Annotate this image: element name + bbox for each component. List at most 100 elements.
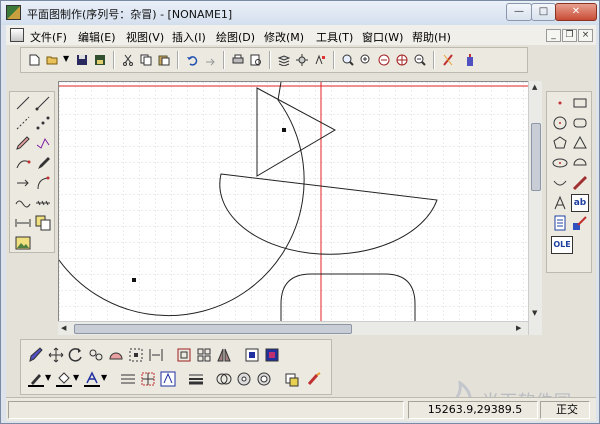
fill-tool-button[interactable] [305,370,323,388]
rectangle-tool-button[interactable] [571,94,589,112]
layers-button[interactable] [275,51,293,69]
color-picker-tool-button[interactable] [571,214,589,232]
ellipse-tool-button[interactable] [551,154,569,172]
line-color-button[interactable] [27,370,45,388]
bottle-button[interactable] [461,51,479,69]
menu-modify[interactable]: 修改(M) [264,29,304,45]
mdi-close-button[interactable]: × [578,29,593,42]
menu-tools[interactable]: 工具(T) [316,29,353,45]
dimension-tool-button[interactable] [14,214,32,232]
option-3-button[interactable] [255,370,273,388]
lock-button[interactable] [283,370,301,388]
copy-block-tool-button[interactable] [34,214,52,232]
option-1-button[interactable] [215,370,233,388]
save-as-button[interactable] [91,51,109,69]
close-button[interactable]: ✕ [555,3,597,21]
menu-view[interactable]: 视图(V) [126,29,164,45]
vertical-scrollbar[interactable]: ▲ ▼ [528,81,542,335]
half-circle-tool-button[interactable] [571,154,589,172]
drawing-canvas[interactable] [58,81,542,335]
vertical-scroll-thumb[interactable] [531,123,541,191]
pencil-tool-button[interactable] [14,134,32,152]
horizontal-scroll-thumb[interactable] [74,324,352,334]
paste-button[interactable] [155,51,173,69]
scroll-up-icon[interactable]: ▲ [532,83,537,91]
print-button[interactable] [229,51,247,69]
text-style-button[interactable] [311,51,329,69]
text-frame-button[interactable] [159,370,177,388]
grid-tool-button[interactable] [195,346,213,364]
triangle-handle[interactable] [282,128,286,132]
pentagon-tool-button[interactable] [551,134,569,152]
send-back-tool-button[interactable] [263,346,281,364]
image-tool-button[interactable] [14,234,32,252]
mirror-tool-button[interactable] [87,346,105,364]
align-tool-button[interactable] [147,346,165,364]
arc-tool-button[interactable] [14,154,32,172]
menu-window[interactable]: 窗口(W) [362,29,403,45]
hatch-line-tool-button[interactable] [34,194,52,212]
line-width-button[interactable] [187,370,205,388]
menu-file[interactable]: 文件(F) [30,29,67,45]
font-color-dropdown-icon[interactable]: ▼ [101,373,107,382]
curve-tool-button[interactable] [551,174,569,192]
circle-tool-button[interactable] [551,114,569,132]
undo-button[interactable] [183,51,201,69]
pan-tool-button[interactable] [47,346,65,364]
open-button[interactable] [43,51,61,69]
eraser-button[interactable] [439,51,457,69]
menu-draw[interactable]: 绘图(D) [216,29,255,45]
maximize-button[interactable]: □ [531,3,556,21]
copy-button[interactable] [137,51,155,69]
line-style-button[interactable] [119,370,137,388]
option-2-button[interactable] [235,370,253,388]
hatch-button[interactable] [139,370,157,388]
zoom-all-button[interactable] [411,51,429,69]
zoom-in-button[interactable] [357,51,375,69]
brush-tool-button[interactable] [34,154,52,172]
fill-color-button[interactable] [55,370,73,388]
ruler-tool-button[interactable] [571,174,589,192]
new-file-button[interactable] [25,51,43,69]
ray-tool-button[interactable] [34,94,52,112]
rounded-rect-tool-button[interactable] [571,114,589,132]
cut-button[interactable] [119,51,137,69]
zoom-window-button[interactable] [339,51,357,69]
zoom-out-button[interactable] [375,51,393,69]
font-color-button[interactable] [83,370,101,388]
point-tool-button[interactable] [551,94,569,112]
dotted-line-tool-button[interactable] [14,114,32,132]
horizontal-scrollbar[interactable]: ◀ ▶ [58,321,528,335]
scroll-right-icon[interactable]: ▶ [516,324,521,332]
bring-front-tool-button[interactable] [243,346,261,364]
node-edit-tool-button[interactable] [127,346,145,364]
group-tool-button[interactable] [175,346,193,364]
flip-tool-button[interactable] [215,346,233,364]
line-color-dropdown-icon[interactable]: ▼ [45,373,51,382]
menu-help[interactable]: 帮助(H) [412,29,451,45]
drawing-surface[interactable] [59,82,542,335]
rotate-tool-button[interactable] [67,346,85,364]
document-menu-icon[interactable] [10,28,24,42]
line-tool-button[interactable] [14,94,32,112]
open-dropdown-icon[interactable]: ▼ [63,54,69,63]
ole-object-button[interactable]: OLE [551,236,573,254]
menu-insert[interactable]: 插入(I) [172,29,206,45]
text-a-tool-button[interactable] [551,194,569,212]
bezier-tool-button[interactable] [34,174,52,192]
fill-color-dropdown-icon[interactable]: ▼ [73,373,79,382]
mdi-minimize-button[interactable]: _ [546,29,561,42]
print-preview-button[interactable] [247,51,265,69]
zoom-realtime-button[interactable] [393,51,411,69]
points-tool-button[interactable] [34,114,52,132]
circle-handle[interactable] [132,278,136,282]
polyline-tool-button[interactable] [34,134,52,152]
triangle-tool-button[interactable] [571,134,589,152]
magnet-tool-button[interactable] [107,346,125,364]
save-button[interactable] [73,51,91,69]
scroll-left-icon[interactable]: ◀ [61,324,66,332]
arrow-tool-button[interactable] [14,174,32,192]
mdi-restore-button[interactable]: ❐ [562,29,577,42]
scroll-down-icon[interactable]: ▼ [532,309,537,317]
menu-edit[interactable]: 编辑(E) [78,29,116,45]
